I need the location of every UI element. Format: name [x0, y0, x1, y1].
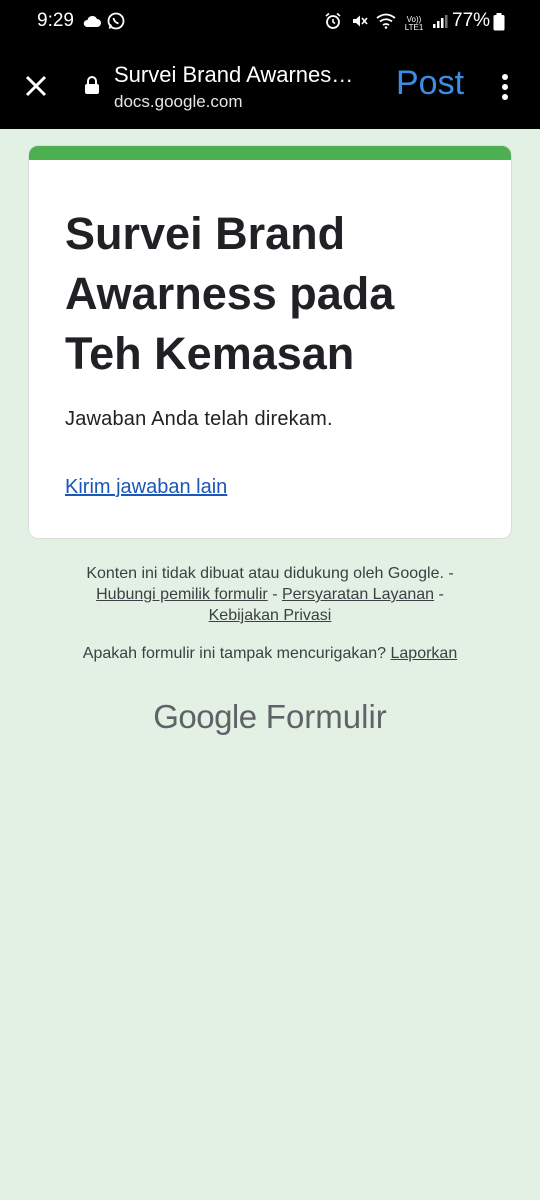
disclaimer-text: Konten ini tidak dibuat atau didukung ol…: [86, 565, 454, 582]
close-icon: [25, 75, 47, 97]
cloud-icon: [82, 14, 102, 33]
contact-owner-link[interactable]: Hubungi pemilik formulir: [96, 586, 268, 603]
submit-another-link[interactable]: Kirim jawaban lain: [65, 476, 227, 499]
report-link[interactable]: Laporkan: [391, 645, 458, 662]
terms-link[interactable]: Persyaratan Layanan: [282, 586, 434, 603]
status-left-icons: [82, 12, 125, 35]
footer-separator: -: [434, 586, 444, 603]
google-forms-logo: Google Formulir: [0, 698, 540, 736]
battery-icon: [493, 13, 505, 36]
post-button[interactable]: Post: [396, 64, 464, 103]
form-title: Survei Brand Awarness pada Teh Kemasan: [65, 208, 395, 379]
whatsapp-icon: [107, 12, 125, 35]
report-line: Apakah formulir ini tampak mencurigakan?…: [30, 645, 510, 663]
alarm-icon: [324, 12, 342, 35]
mute-icon: [350, 12, 368, 35]
status-time: 9:29: [37, 10, 74, 31]
brand-product: Formulir: [265, 698, 387, 735]
close-button[interactable]: [20, 70, 52, 102]
response-card: Survei Brand Awarness pada Teh Kemasan J…: [28, 145, 512, 539]
status-right-icons: Vo)) LTE1: [324, 12, 448, 35]
brand-google: Google: [153, 698, 257, 735]
page-title: Survei Brand Awarnes…: [114, 62, 354, 87]
more-options-icon[interactable]: [497, 72, 513, 102]
wifi-icon: [376, 13, 396, 34]
card-accent-bar: [29, 146, 511, 160]
page-url: docs.google.com: [114, 92, 243, 111]
privacy-link[interactable]: Kebijakan Privasi: [209, 607, 332, 624]
browser-toolbar: Survei Brand Awarnes… docs.google.com Po…: [0, 42, 540, 129]
lock-icon: [84, 75, 100, 100]
footer-disclaimer: Konten ini tidak dibuat atau didukung ol…: [30, 563, 510, 626]
footer-separator: -: [267, 586, 282, 603]
address-area[interactable]: Survei Brand Awarnes… docs.google.com: [114, 62, 374, 112]
response-confirmation: Jawaban Anda telah direkam.: [65, 408, 333, 430]
status-bar: 9:29 Vo)) LTE1 77%: [0, 0, 540, 42]
signal-icon: [432, 13, 448, 34]
suspicious-question: Apakah formulir ini tampak mencurigakan?: [82, 645, 387, 662]
battery-percent: 77%: [452, 10, 491, 31]
volte-icon: Vo)) LTE1: [404, 14, 424, 32]
top-bar: 9:29 Vo)) LTE1 77% Survei Brand Awarnes……: [0, 0, 540, 129]
